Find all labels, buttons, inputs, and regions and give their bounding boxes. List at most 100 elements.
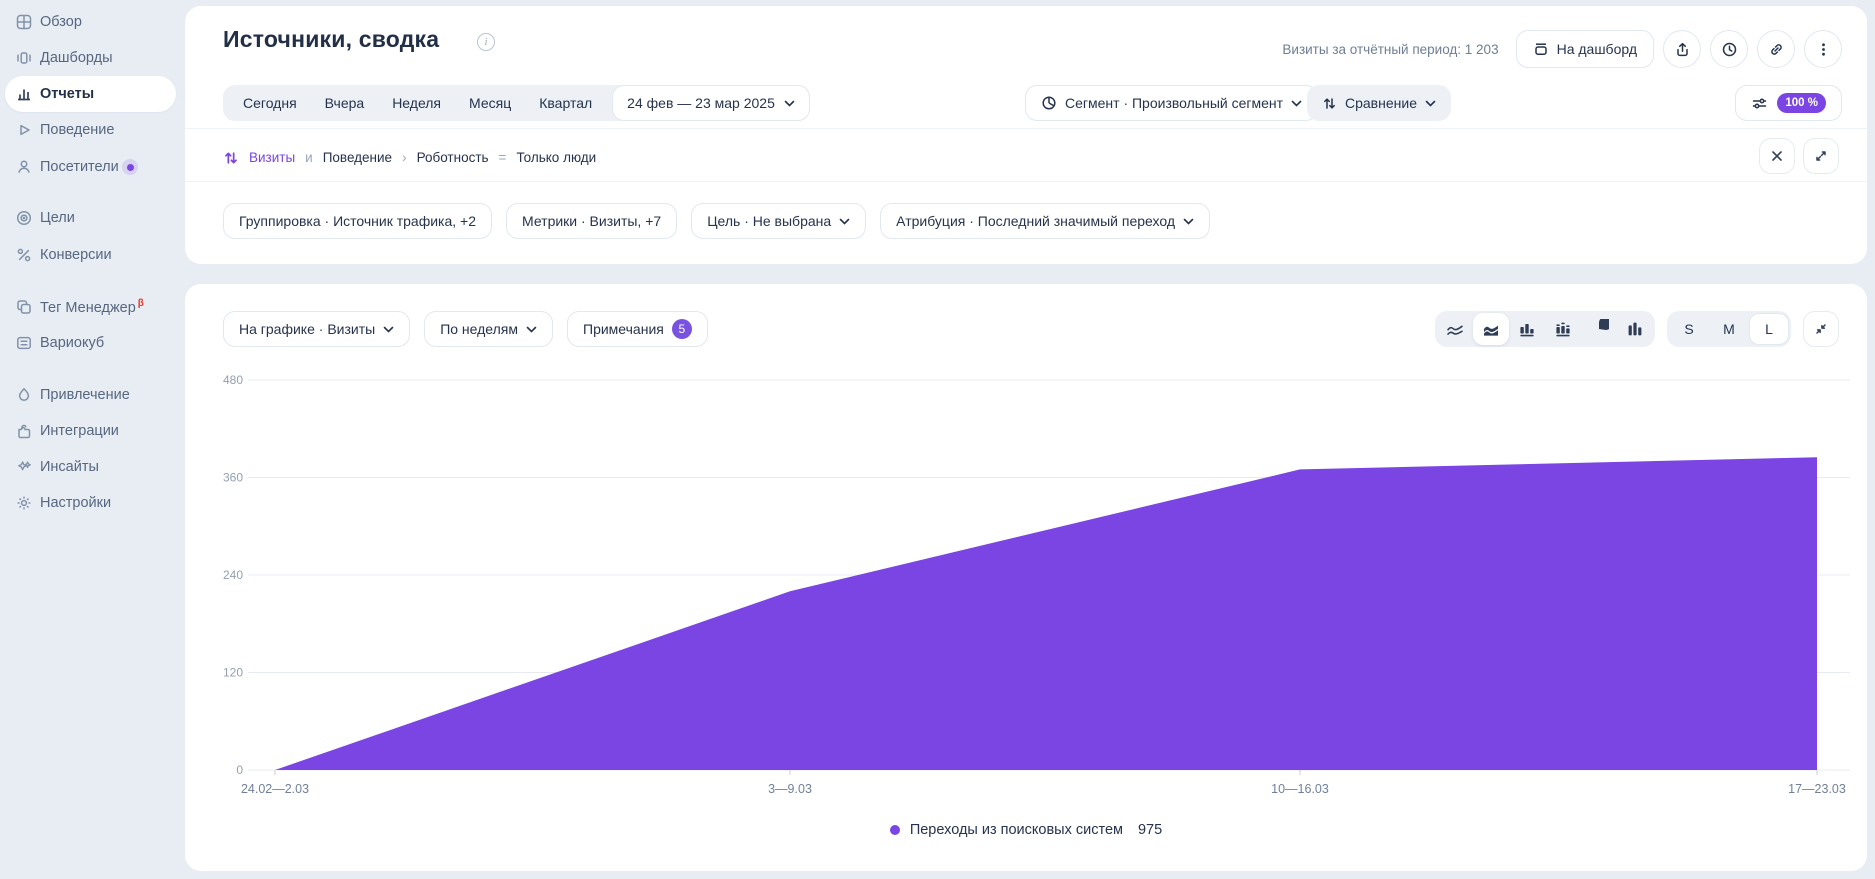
period-tabs: Сегодня Вчера Неделя Месяц Квартал 24 фе… — [223, 85, 810, 121]
attribution-filter-button[interactable]: Атрибуция · Последний значимый переход — [880, 203, 1210, 239]
time-grouping-button[interactable]: По неделям — [424, 311, 553, 347]
percent-icon — [14, 245, 34, 265]
compare-button[interactable]: Сравнение — [1307, 85, 1451, 121]
area-chart-icon[interactable] — [1473, 313, 1509, 345]
visits-period-text: Визиты за отчётный период: 1 203 — [1282, 42, 1498, 57]
chevron-down-icon — [1425, 100, 1436, 107]
sidebar: Обзор Дашборды Отчеты Поведение Посетите… — [0, 0, 185, 879]
line-chart-icon[interactable] — [1437, 313, 1473, 345]
sliders-icon — [1751, 95, 1768, 112]
sidebar-label: Интеграции — [40, 423, 119, 439]
compare-arrows-icon — [1322, 96, 1337, 111]
sidebar-item-visitors[interactable]: Посетители — [0, 149, 185, 185]
on-chart-metric-button[interactable]: На графике · Визиты — [223, 311, 410, 347]
svg-text:0: 0 — [236, 763, 243, 777]
puzzle-icon — [14, 421, 34, 441]
sampling-percent-badge: 100 % — [1777, 93, 1826, 113]
sidebar-label: Вариокуб — [40, 335, 104, 351]
sidebar-label: Настройки — [40, 495, 111, 511]
chart-size-group: S M L — [1667, 311, 1791, 347]
column-chart-icon[interactable] — [1617, 313, 1653, 345]
tab-yesterday[interactable]: Вчера — [311, 85, 379, 121]
sidebar-item-conversions[interactable]: Конверсии — [0, 237, 185, 273]
sidebar-label: Привлечение — [40, 387, 130, 403]
sidebar-label: Отчеты — [40, 86, 94, 102]
svg-text:10—16.03: 10—16.03 — [1271, 782, 1329, 796]
flame-icon — [14, 385, 34, 405]
sidebar-label: Поведение — [40, 122, 114, 138]
history-button[interactable] — [1710, 30, 1748, 68]
tab-month[interactable]: Месяц — [455, 85, 525, 121]
sidebar-label: Тег Менеджерβ — [40, 298, 144, 316]
sidebar-item-reports[interactable]: Отчеты — [0, 76, 185, 112]
beta-mark: β — [138, 298, 144, 309]
goal-filter-button[interactable]: Цель · Не выбрана — [691, 203, 866, 239]
chevron-down-icon — [839, 218, 850, 225]
chevron-down-icon — [1291, 100, 1302, 107]
variocube-icon — [14, 333, 34, 353]
chevron-down-icon — [383, 326, 394, 333]
segmentation-connector: и — [305, 150, 313, 165]
stacked-bar-chart-icon[interactable] — [1545, 313, 1581, 345]
to-dashboard-button[interactable]: На дашборд — [1516, 30, 1654, 68]
chart-card: На графике · Визиты По неделям Примечани… — [185, 284, 1867, 871]
segmentation-value[interactable]: Только люди — [516, 150, 596, 165]
tab-week[interactable]: Неделя — [378, 85, 455, 121]
segmentation-bar: Визиты и Поведение › Роботность = Только… — [223, 135, 596, 180]
collapse-chart-button[interactable] — [1803, 311, 1839, 347]
svg-text:240: 240 — [223, 568, 243, 582]
segmentation-clear-button[interactable] — [1759, 138, 1795, 174]
sidebar-item-integrations[interactable]: Интеграции — [0, 413, 185, 449]
play-icon — [14, 120, 34, 140]
sidebar-item-dashboards[interactable]: Дашборды — [0, 40, 185, 76]
date-range-picker[interactable]: 24 фев — 23 мар 2025 — [612, 85, 810, 121]
sparkles-icon — [14, 457, 34, 477]
copy-link-button[interactable] — [1757, 30, 1795, 68]
header-actions: Визиты за отчётный период: 1 203 На дашб… — [1282, 30, 1842, 68]
sidebar-item-acquisition[interactable]: Привлечение — [0, 377, 185, 413]
tab-today[interactable]: Сегодня — [229, 85, 311, 121]
size-l-button[interactable]: L — [1749, 313, 1789, 345]
metrics-filter-button[interactable]: Метрики · Визиты, +7 — [506, 203, 677, 239]
sidebar-item-goals[interactable]: Цели — [0, 200, 185, 236]
segmentation-expand-button[interactable] — [1803, 138, 1839, 174]
segment-button[interactable]: Сегмент · Произвольный сегмент — [1025, 85, 1318, 121]
segmentation-attribute[interactable]: Роботность — [417, 150, 489, 165]
gear-icon — [14, 493, 34, 513]
share-button[interactable] — [1663, 30, 1701, 68]
svg-text:3—9.03: 3—9.03 — [768, 782, 812, 796]
person-icon — [14, 157, 34, 177]
segmentation-metric[interactable]: Визиты — [249, 150, 295, 165]
sidebar-item-overview[interactable]: Обзор — [0, 4, 185, 40]
sidebar-item-settings[interactable]: Настройки — [0, 485, 185, 521]
sidebar-item-tag-manager[interactable]: Тег Менеджерβ — [0, 289, 185, 325]
sidebar-item-behavior[interactable]: Поведение — [0, 112, 185, 148]
divider — [185, 181, 1867, 182]
chevron-down-icon — [1183, 218, 1194, 225]
notes-button[interactable]: Примечания 5 — [567, 311, 708, 347]
svg-text:120: 120 — [223, 666, 243, 680]
divider — [185, 128, 1867, 129]
sidebar-item-variocube[interactable]: Вариокуб — [0, 325, 185, 361]
pie-chart-icon[interactable] — [1581, 313, 1617, 345]
sidebar-item-insights[interactable]: Инсайты — [0, 449, 185, 485]
legend-label[interactable]: Переходы из поисковых систем — [910, 822, 1123, 838]
info-icon[interactable]: i — [477, 33, 495, 51]
segmentation-actions — [1759, 138, 1839, 174]
chevron-down-icon — [526, 326, 537, 333]
grouping-filter-button[interactable]: Группировка · Источник трафика, +2 — [223, 203, 492, 239]
more-menu-button[interactable] — [1804, 30, 1842, 68]
size-m-button[interactable]: M — [1709, 313, 1749, 345]
dashboard-widget-icon — [1533, 41, 1549, 57]
target-icon — [14, 208, 34, 228]
sidebar-label: Обзор — [40, 14, 82, 30]
filters-row: Группировка · Источник трафика, +2 Метри… — [223, 203, 1210, 239]
sidebar-label: Конверсии — [40, 247, 112, 263]
chart-view-controls: S M L — [1435, 311, 1839, 347]
sampling-button[interactable]: 100 % — [1735, 85, 1842, 121]
size-s-button[interactable]: S — [1669, 313, 1709, 345]
tab-quarter[interactable]: Квартал — [525, 85, 606, 121]
bar-chart-icon[interactable] — [1509, 313, 1545, 345]
metrica-app: Обзор Дашборды Отчеты Поведение Посетите… — [0, 0, 1875, 879]
segmentation-group[interactable]: Поведение — [323, 150, 392, 165]
